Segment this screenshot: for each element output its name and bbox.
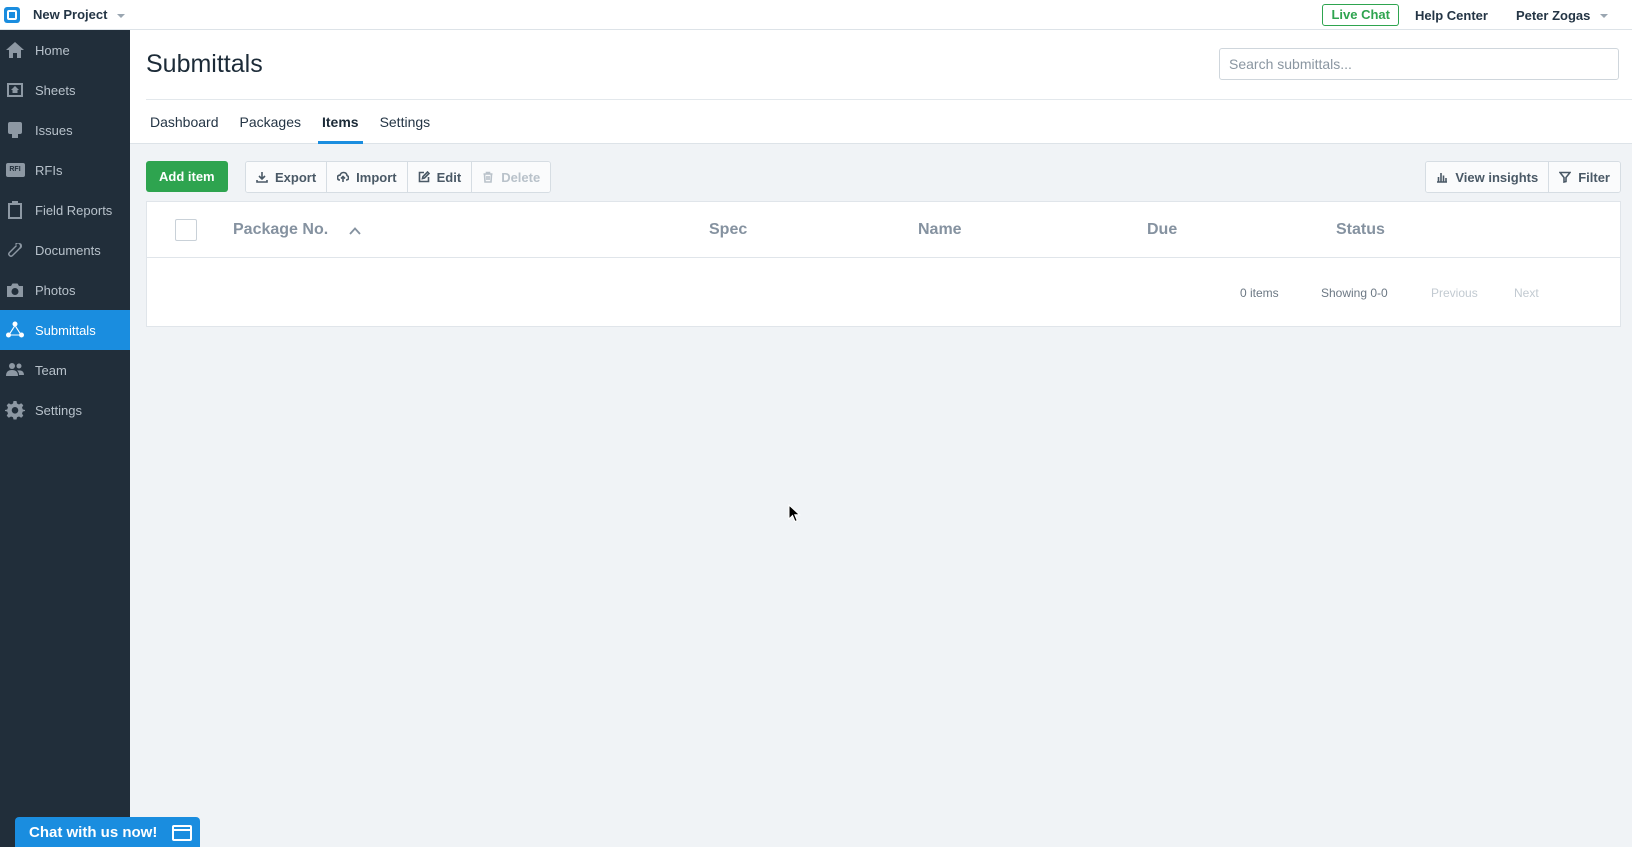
camera-icon	[5, 280, 25, 300]
table-pagination: 0 items Showing 0-0 Previous Next	[147, 258, 1620, 328]
tab-packages[interactable]: Packages	[236, 100, 305, 144]
page-header: Submittals Dashboard Packages Items Sett…	[130, 30, 1632, 144]
tab-items[interactable]: Items	[317, 100, 363, 144]
live-chat-button[interactable]: Live Chat	[1322, 4, 1399, 26]
app-logo-icon[interactable]	[4, 6, 20, 23]
sidebar-item-label: RFIs	[35, 162, 63, 178]
download-icon	[256, 172, 268, 183]
sidebar-item-label: Team	[35, 362, 67, 378]
sidebar-item-team[interactable]: Team	[0, 350, 130, 390]
home-icon	[5, 40, 25, 60]
sidebar-item-documents[interactable]: Documents	[0, 230, 130, 270]
items-toolbar: Add item Export Import Edit Delete View …	[146, 161, 1621, 193]
import-button[interactable]: Import	[327, 162, 408, 192]
trash-icon	[483, 171, 493, 183]
column-header-spec[interactable]: Spec	[709, 221, 747, 239]
mouse-cursor-icon	[788, 504, 801, 523]
cloud-upload-icon	[337, 171, 350, 182]
bar-chart-icon	[1437, 173, 1448, 183]
column-header-due[interactable]: Due	[1147, 221, 1177, 239]
sidebar-item-label: Settings	[35, 402, 82, 418]
import-label: Import	[356, 169, 397, 185]
search-input[interactable]	[1219, 48, 1619, 80]
chat-window-icon	[172, 825, 192, 841]
sidebar-item-photos[interactable]: Photos	[0, 270, 130, 310]
team-icon	[5, 360, 25, 380]
filter-label: Filter	[1578, 169, 1610, 185]
sidebar-item-label: Issues	[35, 122, 73, 138]
issues-icon	[5, 120, 25, 140]
edit-label: Edit	[436, 169, 462, 185]
paperclip-icon	[5, 240, 25, 260]
sheets-icon	[5, 80, 25, 100]
column-header-package-no[interactable]: Package No.	[233, 221, 328, 239]
project-selector[interactable]: New Project	[33, 7, 126, 22]
chevron-down-icon	[117, 13, 126, 18]
showing-range: Showing 0-0	[1321, 286, 1388, 300]
view-insights-button[interactable]: View insights	[1426, 162, 1550, 192]
chat-widget-button[interactable]: Chat with us now!	[15, 817, 200, 847]
export-button[interactable]: Export	[246, 162, 328, 192]
sidebar-item-label: Sheets	[35, 82, 76, 98]
sidebar-item-issues[interactable]: Issues	[0, 110, 130, 150]
topbar-actions: Live Chat Help Center Peter Zogas	[1322, 0, 1632, 30]
rfi-icon: RFI	[5, 160, 25, 180]
filter-button[interactable]: Filter	[1549, 162, 1620, 192]
submittals-icon	[5, 320, 25, 340]
export-label: Export	[275, 169, 317, 185]
tab-bar: Dashboard Packages Items Settings	[146, 100, 447, 144]
filter-icon	[1559, 171, 1572, 183]
view-actions-group: View insights Filter	[1425, 161, 1621, 193]
help-center-link[interactable]: Help Center	[1415, 8, 1488, 23]
item-actions-group: Export Import Edit Delete	[245, 161, 552, 193]
column-header-name[interactable]: Name	[918, 221, 962, 239]
rfi-badge: RFI	[5, 163, 25, 177]
select-all-checkbox[interactable]	[175, 219, 197, 241]
sidebar: Home Sheets Issues RFI RFIs Field Report…	[0, 30, 130, 847]
tab-dashboard[interactable]: Dashboard	[146, 100, 223, 144]
sidebar-item-label: Photos	[35, 282, 76, 298]
add-item-button[interactable]: Add item	[146, 161, 228, 192]
table-header: Package No. Spec Name Due Status	[147, 202, 1620, 258]
delete-button[interactable]: Delete	[472, 162, 551, 192]
sidebar-item-sheets[interactable]: Sheets	[0, 70, 130, 110]
next-page-button[interactable]: Next	[1514, 286, 1539, 300]
clipboard-icon	[5, 200, 25, 220]
previous-page-button[interactable]: Previous	[1431, 286, 1478, 300]
tab-settings[interactable]: Settings	[376, 100, 435, 144]
chevron-down-icon	[1600, 14, 1608, 19]
sidebar-item-rfis[interactable]: RFI RFIs	[0, 150, 130, 190]
submittal-items-table: Package No. Spec Name Due Status 0 items…	[146, 201, 1621, 327]
chat-widget-label: Chat with us now!	[29, 823, 158, 841]
sidebar-item-home[interactable]: Home	[0, 30, 130, 70]
sidebar-item-field-reports[interactable]: Field Reports	[0, 190, 130, 230]
column-header-status[interactable]: Status	[1336, 221, 1385, 239]
sort-ascending-icon[interactable]	[348, 224, 362, 238]
page-title: Submittals	[146, 50, 263, 78]
view-insights-label: View insights	[1455, 169, 1539, 185]
sidebar-item-label: Field Reports	[35, 202, 113, 218]
user-menu[interactable]: Peter Zogas	[1516, 8, 1608, 23]
edit-icon	[418, 171, 430, 183]
edit-button[interactable]: Edit	[407, 162, 473, 192]
project-name: New Project	[33, 7, 108, 22]
sidebar-item-label: Submittals	[35, 322, 96, 338]
gear-icon	[5, 400, 25, 420]
item-count: 0 items	[1240, 286, 1279, 300]
user-name: Peter Zogas	[1515, 7, 1591, 23]
top-bar: New Project Live Chat Help Center Peter …	[0, 0, 1632, 30]
sidebar-item-label: Home	[35, 42, 70, 58]
sidebar-item-submittals[interactable]: Submittals	[0, 310, 130, 350]
delete-label: Delete	[501, 169, 541, 185]
sidebar-item-label: Documents	[35, 242, 101, 258]
sidebar-item-settings[interactable]: Settings	[0, 390, 130, 430]
